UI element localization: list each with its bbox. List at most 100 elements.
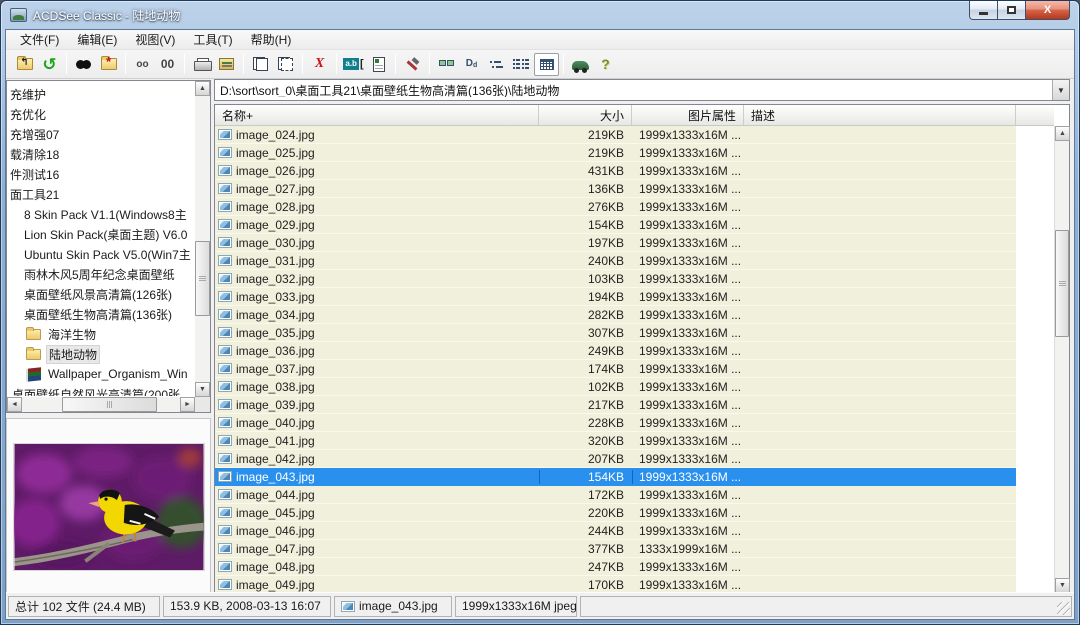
- file-row[interactable]: image_024.jpg219KB1999x1333x16M ...: [215, 126, 1016, 144]
- file-row[interactable]: image_027.jpg136KB1999x1333x16M ...: [215, 180, 1016, 198]
- help-button[interactable]: ?: [593, 53, 618, 76]
- new-folder-button[interactable]: *: [96, 53, 121, 76]
- sidebar-item[interactable]: 桌面壁纸风景高清篇(126张): [8, 284, 194, 304]
- rename-button[interactable]: a.b: [341, 53, 366, 76]
- sidebar-item[interactable]: Ubuntu Skin Pack V5.0(Win7主: [8, 244, 194, 264]
- maximize-button[interactable]: [998, 1, 1025, 20]
- file-row[interactable]: image_035.jpg307KB1999x1333x16M ...: [215, 324, 1016, 342]
- file-row[interactable]: image_032.jpg103KB1999x1333x16M ...: [215, 270, 1016, 288]
- file-row[interactable]: image_042.jpg207KB1999x1333x16M ...: [215, 450, 1016, 468]
- file-row[interactable]: image_026.jpg431KB1999x1333x16M ...: [215, 162, 1016, 180]
- view-details-button[interactable]: [534, 53, 559, 76]
- car-icon: [572, 61, 589, 70]
- menu-item[interactable]: 视图(V): [126, 29, 184, 50]
- tools-button[interactable]: [400, 53, 425, 76]
- sidebar-item[interactable]: 雨林木风5周年纪念桌面壁纸: [8, 264, 194, 284]
- close-button[interactable]: X: [1025, 1, 1070, 20]
- menu-item[interactable]: 编辑(E): [68, 29, 126, 50]
- file-row[interactable]: image_038.jpg102KB1999x1333x16M ...: [215, 378, 1016, 396]
- sidebar-item[interactable]: 充优化: [8, 104, 194, 124]
- tree-hscroll-thumb[interactable]: [62, 397, 157, 412]
- view-list-button[interactable]: [509, 53, 534, 76]
- minimize-button[interactable]: [969, 1, 998, 20]
- convert-button[interactable]: [214, 53, 239, 76]
- menu-item[interactable]: 工具(T): [184, 29, 241, 50]
- file-row[interactable]: image_034.jpg282KB1999x1333x16M ...: [215, 306, 1016, 324]
- tree-vertical-scrollbar[interactable]: ▲ ▼: [195, 81, 210, 397]
- file-row[interactable]: image_044.jpg172KB1999x1333x16M ...: [215, 486, 1016, 504]
- column-header-size[interactable]: 大小: [539, 105, 632, 125]
- menu-item[interactable]: 文件(F): [11, 29, 68, 50]
- large-circles-button[interactable]: 00: [155, 53, 180, 76]
- file-size: 220KB: [539, 506, 632, 520]
- menu-item[interactable]: 帮助(H): [242, 29, 301, 50]
- preview-image[interactable]: [13, 443, 205, 571]
- sidebar-item[interactable]: 载清除18: [8, 144, 194, 164]
- sidebar-item[interactable]: 桌面壁纸自然风光高清篇(200张: [8, 384, 194, 396]
- file-name-cell: image_033.jpg: [215, 290, 539, 304]
- file-row[interactable]: image_043.jpg154KB1999x1333x16M ...: [215, 468, 1016, 486]
- file-row[interactable]: image_025.jpg219KB1999x1333x16M ...: [215, 144, 1016, 162]
- print-button[interactable]: [189, 53, 214, 76]
- sidebar-item[interactable]: 充维护: [8, 84, 194, 104]
- sidebar-item[interactable]: 充增强07: [8, 124, 194, 144]
- scroll-up-button[interactable]: ▲: [1055, 126, 1070, 141]
- file-row[interactable]: image_041.jpg320KB1999x1333x16M ...: [215, 432, 1016, 450]
- file-row[interactable]: image_040.jpg228KB1999x1333x16M ...: [215, 414, 1016, 432]
- file-name-cell: image_039.jpg: [215, 398, 539, 412]
- copy-button[interactable]: [248, 53, 273, 76]
- address-input[interactable]: [215, 83, 1052, 97]
- refresh-button[interactable]: ↺: [37, 53, 62, 76]
- list-vertical-scrollbar[interactable]: ▲ ▼: [1054, 126, 1069, 593]
- scroll-right-button[interactable]: ►: [180, 397, 195, 412]
- sidebar-item[interactable]: 面工具21: [8, 184, 194, 204]
- file-row[interactable]: image_049.jpg170KB1999x1333x16M ...: [215, 576, 1016, 593]
- acquire-button[interactable]: [568, 53, 593, 76]
- file-row[interactable]: image_030.jpg197KB1999x1333x16M ...: [215, 234, 1016, 252]
- large-circles-icon: 00: [161, 57, 174, 71]
- file-row[interactable]: image_031.jpg240KB1999x1333x16M ...: [215, 252, 1016, 270]
- sidebar-item[interactable]: 海洋生物: [8, 324, 194, 344]
- address-dropdown-button[interactable]: ▼: [1052, 80, 1069, 100]
- view-thumbnails-button[interactable]: [434, 53, 459, 76]
- file-row[interactable]: image_048.jpg247KB1999x1333x16M ...: [215, 558, 1016, 576]
- column-header-name[interactable]: 名称+: [215, 105, 539, 125]
- file-row[interactable]: image_047.jpg377KB1333x1999x16M ...: [215, 540, 1016, 558]
- sidebar-item[interactable]: 件测试16: [8, 164, 194, 184]
- scroll-down-button[interactable]: ▼: [1055, 578, 1070, 593]
- sidebar-item[interactable]: Lion Skin Pack(桌面主题) V6.0: [8, 224, 194, 244]
- tree-scroll-thumb[interactable]: [195, 241, 210, 316]
- sidebar-item[interactable]: 陆地动物: [8, 344, 194, 364]
- scroll-down-button[interactable]: ▼: [195, 382, 210, 397]
- file-name: image_042.jpg: [236, 452, 315, 466]
- list-scroll-thumb[interactable]: [1055, 230, 1069, 337]
- file-image-props: 1999x1333x16M ...: [632, 308, 744, 322]
- column-header-props[interactable]: 图片属性: [632, 105, 744, 125]
- folder-up-button[interactable]: ↰: [12, 53, 37, 76]
- file-row[interactable]: image_045.jpg220KB1999x1333x16M ...: [215, 504, 1016, 522]
- sidebar-item[interactable]: 8 Skin Pack V1.1(Windows8主: [8, 204, 194, 224]
- column-header-desc[interactable]: 描述: [744, 105, 1016, 125]
- view-icons-button[interactable]: Dd: [459, 53, 484, 76]
- file-row[interactable]: image_039.jpg217KB1999x1333x16M ...: [215, 396, 1016, 414]
- file-row[interactable]: image_036.jpg249KB1999x1333x16M ...: [215, 342, 1016, 360]
- sidebar-item[interactable]: 桌面壁纸生物高清篇(136张): [8, 304, 194, 324]
- file-row[interactable]: image_028.jpg276KB1999x1333x16M ...: [215, 198, 1016, 216]
- image-file-icon: [218, 525, 232, 536]
- scroll-up-button[interactable]: ▲: [195, 81, 210, 96]
- resize-grip[interactable]: [1057, 602, 1070, 615]
- move-button[interactable]: [273, 53, 298, 76]
- title-bar[interactable]: ACDSee Classic - 陆地动物: [1, 1, 1079, 29]
- file-row[interactable]: image_029.jpg154KB1999x1333x16M ...: [215, 216, 1016, 234]
- file-row[interactable]: image_037.jpg174KB1999x1333x16M ...: [215, 360, 1016, 378]
- file-row[interactable]: image_046.jpg244KB1999x1333x16M ...: [215, 522, 1016, 540]
- file-row[interactable]: image_033.jpg194KB1999x1333x16M ...: [215, 288, 1016, 306]
- sidebar-item[interactable]: Wallpaper_Organism_Win: [8, 364, 194, 384]
- small-circles-button[interactable]: oo: [130, 53, 155, 76]
- describe-button[interactable]: [366, 53, 391, 76]
- view-small-icons-button[interactable]: [484, 53, 509, 76]
- scroll-left-button[interactable]: ◄: [7, 397, 22, 412]
- find-button[interactable]: [71, 53, 96, 76]
- tree-horizontal-scrollbar[interactable]: ◄ ►: [7, 397, 195, 412]
- delete-button[interactable]: X: [307, 53, 332, 76]
